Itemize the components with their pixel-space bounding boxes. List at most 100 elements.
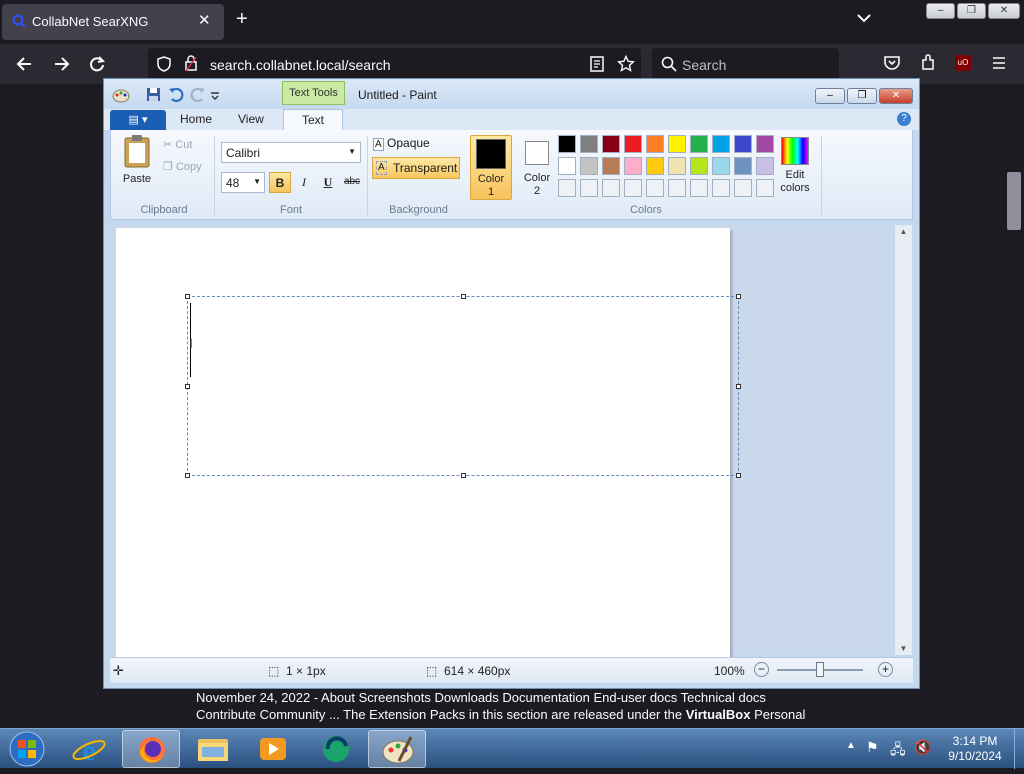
- extensions-icon[interactable]: [919, 54, 937, 72]
- resize-handle[interactable]: [736, 384, 741, 389]
- browser-minimize-button[interactable]: ‒: [926, 3, 955, 19]
- action-center-flag-icon[interactable]: ⚑: [866, 739, 879, 756]
- palette-swatch[interactable]: [558, 135, 576, 153]
- back-icon[interactable]: [14, 54, 34, 74]
- paint-app-icon[interactable]: [112, 86, 130, 104]
- start-button[interactable]: [5, 730, 49, 768]
- paste-button[interactable]: Paste: [119, 134, 155, 186]
- redo-icon[interactable]: [190, 87, 206, 102]
- resize-handle[interactable]: [185, 384, 190, 389]
- resize-handle[interactable]: [736, 473, 741, 478]
- svg-text:e: e: [82, 734, 95, 767]
- help-icon[interactable]: ?: [897, 112, 911, 126]
- italic-button[interactable]: I: [293, 172, 315, 193]
- underline-button[interactable]: U: [317, 172, 339, 193]
- page-scrollbar-thumb[interactable]: [1007, 172, 1021, 230]
- zoom-in-icon[interactable]: +: [878, 662, 893, 677]
- close-tab-icon[interactable]: ✕: [198, 11, 211, 29]
- taskbar-firefox[interactable]: [122, 730, 180, 768]
- paint-menu-button[interactable]: ▤ ▾: [110, 110, 166, 130]
- browser-close-button[interactable]: ✕: [988, 3, 1020, 19]
- paint-close-button[interactable]: ✕: [879, 88, 913, 104]
- paint-restore-button[interactable]: ❐: [847, 88, 877, 104]
- network-icon[interactable]: 🖧: [890, 739, 906, 763]
- palette-swatch[interactable]: [712, 135, 730, 153]
- tab-text[interactable]: Text: [283, 109, 343, 131]
- palette-swatch: [558, 179, 576, 197]
- edit-colors-button[interactable]: Edit colors: [775, 135, 815, 200]
- tab-view[interactable]: View: [238, 112, 264, 126]
- tab-home[interactable]: Home: [180, 112, 212, 126]
- pocket-icon[interactable]: [883, 54, 901, 72]
- palette-swatch[interactable]: [756, 135, 774, 153]
- palette-swatch[interactable]: [756, 157, 774, 175]
- palette-swatch[interactable]: [624, 135, 642, 153]
- customize-quick-access-icon[interactable]: [210, 91, 220, 101]
- canvas-vertical-scrollbar[interactable]: ▲ ▼: [895, 225, 912, 655]
- resize-handle[interactable]: [736, 294, 741, 299]
- taskbar-file-explorer[interactable]: [184, 730, 242, 768]
- browser-restore-button[interactable]: ❐: [957, 3, 986, 19]
- font-family-dropdown[interactable]: Calibri ▼: [221, 142, 361, 163]
- browser-search-box[interactable]: Search: [652, 48, 839, 80]
- bookmark-star-icon[interactable]: [617, 55, 635, 73]
- resize-handle[interactable]: [461, 473, 466, 478]
- drawing-canvas[interactable]: I: [116, 228, 741, 658]
- save-icon[interactable]: [146, 87, 161, 102]
- taskbar-internet-explorer[interactable]: e: [60, 730, 118, 768]
- palette-swatch[interactable]: [646, 157, 664, 175]
- palette-swatch[interactable]: [734, 135, 752, 153]
- palette-swatch[interactable]: [690, 135, 708, 153]
- undo-icon[interactable]: [168, 87, 184, 102]
- taskbar-paint[interactable]: [368, 730, 426, 768]
- palette-swatch[interactable]: [668, 157, 686, 175]
- cut-button[interactable]: ✂ Cut: [163, 138, 192, 151]
- palette-swatch[interactable]: [734, 157, 752, 175]
- resize-handle[interactable]: [185, 473, 190, 478]
- transparent-button[interactable]: A Transparent: [372, 157, 460, 179]
- scroll-up-icon[interactable]: ▲: [895, 227, 912, 236]
- taskbar-media-player[interactable]: [244, 730, 302, 768]
- lock-icon[interactable]: [184, 55, 198, 72]
- reader-view-icon[interactable]: [590, 56, 604, 72]
- show-hidden-icons-button[interactable]: ▲: [846, 740, 856, 751]
- palette-swatch[interactable]: [602, 135, 620, 153]
- new-tab-button[interactable]: +: [236, 8, 248, 31]
- menu-hamburger-icon[interactable]: [991, 55, 1007, 71]
- resize-handle[interactable]: [185, 294, 190, 299]
- address-bar[interactable]: search.collabnet.local/search: [148, 48, 641, 80]
- shield-icon[interactable]: [156, 56, 172, 72]
- resize-handle[interactable]: [461, 294, 466, 299]
- bold-button[interactable]: B: [269, 172, 291, 193]
- list-all-tabs-icon[interactable]: [856, 10, 872, 26]
- palette-swatch[interactable]: [690, 157, 708, 175]
- palette-swatch[interactable]: [558, 157, 576, 175]
- color1-button[interactable]: Color 1: [470, 135, 512, 200]
- show-desktop-button[interactable]: [1014, 729, 1024, 769]
- ublock-origin-icon[interactable]: uO: [955, 55, 971, 71]
- palette-swatch[interactable]: [646, 135, 664, 153]
- palette-swatch[interactable]: [580, 135, 598, 153]
- paint-minimize-button[interactable]: ‒: [815, 88, 845, 104]
- opaque-button[interactable]: A Opaque: [373, 136, 430, 151]
- reload-icon[interactable]: [87, 54, 107, 74]
- scroll-down-icon[interactable]: ▼: [895, 644, 912, 653]
- paint-title-bar[interactable]: Text Tools Untitled - Paint ‒ ❐ ✕: [104, 79, 919, 110]
- font-size-dropdown[interactable]: 48 ▼: [221, 172, 265, 193]
- color2-button[interactable]: Color 2: [516, 135, 558, 200]
- taskbar-green-app[interactable]: [306, 730, 364, 768]
- browser-tab[interactable]: CollabNet SearXNG ✕: [2, 4, 224, 40]
- palette-swatch[interactable]: [712, 157, 730, 175]
- palette-swatch[interactable]: [602, 157, 620, 175]
- text-input-box[interactable]: I: [185, 294, 741, 478]
- copy-button[interactable]: ❐ Copy: [163, 160, 202, 173]
- palette-swatch[interactable]: [668, 135, 686, 153]
- zoom-out-icon[interactable]: −: [754, 662, 769, 677]
- palette-swatch[interactable]: [580, 157, 598, 175]
- strikethrough-button[interactable]: abc: [340, 172, 364, 193]
- taskbar-clock[interactable]: 3:14 PM 9/10/2024: [940, 734, 1010, 764]
- forward-icon[interactable]: [52, 54, 72, 74]
- volume-muted-icon[interactable]: 🔇: [914, 739, 931, 756]
- palette-swatch[interactable]: [624, 157, 642, 175]
- zoom-slider-thumb[interactable]: [816, 662, 824, 677]
